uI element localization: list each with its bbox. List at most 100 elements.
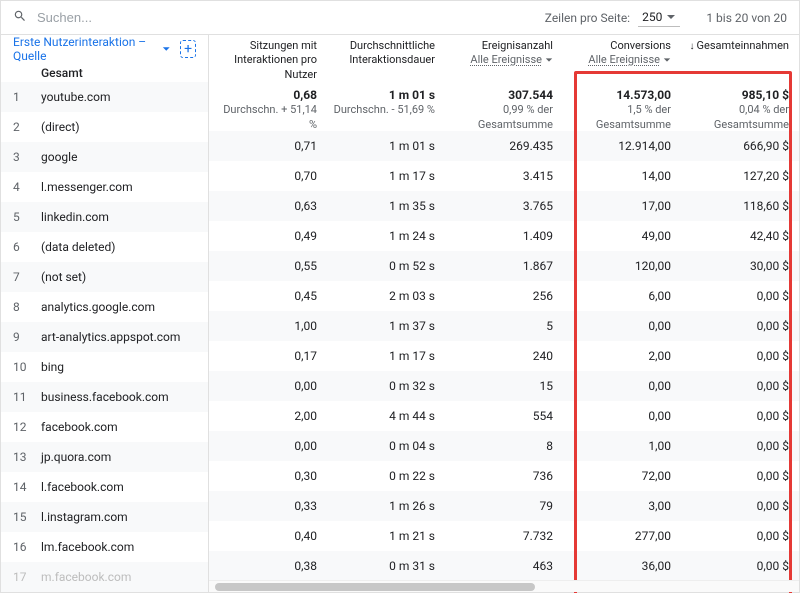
chevron-down-icon [666, 12, 676, 22]
data-cell: 1,00 [209, 319, 327, 333]
table-row: 0,701 m 17 s3.41514,00127,20 $ [209, 161, 799, 191]
dimension-rows: 1youtube.com2(direct)3google4l.messenger… [1, 82, 208, 592]
table-row: 2,004 m 44 s5540,000,00 $ [209, 401, 799, 431]
metrics-header: Sitzungen mit Interaktionen pro NutzerDu… [209, 35, 799, 81]
column-header[interactable]: Sitzungen mit Interaktionen pro Nutzer [209, 35, 327, 81]
data-cell: 0,00 $ [681, 439, 799, 453]
data-cell: 0 m 31 s [327, 559, 445, 573]
data-cell: 0,00 [563, 409, 681, 423]
data-cell: 1 m 37 s [327, 319, 445, 333]
totals-label: Gesamt [41, 66, 83, 80]
data-cell: 30,00 $ [681, 259, 799, 273]
data-cell: 79 [445, 499, 563, 513]
column-header[interactable]: Durchschnittliche Interaktionsdauer [327, 35, 445, 81]
data-cell: 3.415 [445, 169, 563, 183]
table-row[interactable]: 5linkedin.com [1, 202, 208, 232]
table-row: 0,300 m 22 s73672,000,00 $ [209, 461, 799, 491]
metrics-area: Sitzungen mit Interaktionen pro NutzerDu… [209, 35, 799, 592]
data-cell: 0,71 [209, 139, 327, 153]
add-dimension-button[interactable]: + [180, 40, 196, 58]
table-row: 1,001 m 37 s50,000,00 $ [209, 311, 799, 341]
data-cell: 0,00 [209, 379, 327, 393]
table-row[interactable]: 10bing [1, 352, 208, 382]
data-cell: 269.435 [445, 139, 563, 153]
table-row[interactable]: 6(data deleted) [1, 232, 208, 262]
table-row: 0,711 m 01 s269.43512.914,00666,90 $ [209, 131, 799, 161]
totals-cell: 985,10 $0,04 % der Gesamtsumme [681, 81, 799, 131]
report-frame: Zeilen pro Seite: 250 1 bis 20 von 20 Er… [0, 0, 800, 593]
data-cell: 14,00 [563, 169, 681, 183]
column-header[interactable]: ↓Gesamteinnahmen [681, 35, 799, 81]
search-input[interactable] [35, 9, 284, 26]
totals-cell: 14.573,001,5 % der Gesamtsumme [563, 81, 681, 131]
data-cell: 15 [445, 379, 563, 393]
scrollbar-thumb[interactable] [215, 583, 535, 591]
table-row[interactable]: 7(not set) [1, 262, 208, 292]
table-row: 0,331 m 26 s793,000,00 $ [209, 491, 799, 521]
table-row: 0,452 m 03 s2566,000,00 $ [209, 281, 799, 311]
data-cell: 1 m 26 s [327, 499, 445, 513]
dimension-picker[interactable]: Erste Nutzerinteraktion – Quelle [13, 35, 158, 63]
table-row[interactable]: 11business.facebook.com [1, 382, 208, 412]
data-cell: 0,00 $ [681, 559, 799, 573]
table-row[interactable]: 9art-analytics.appspot.com [1, 322, 208, 352]
data-cell: 4 m 44 s [327, 409, 445, 423]
data-cell: 0,00 [209, 439, 327, 453]
table-row[interactable]: 4l.messenger.com [1, 172, 208, 202]
data-cell: 0 m 32 s [327, 379, 445, 393]
table-row[interactable]: 12facebook.com [1, 412, 208, 442]
data-cell: 277,00 [563, 529, 681, 543]
column-header[interactable]: EreignisanzahlAlle Ereignisse [445, 35, 563, 81]
data-cell: 736 [445, 469, 563, 483]
rows-per-page-value: 250 [642, 10, 662, 24]
data-cell: 0,70 [209, 169, 327, 183]
table-row[interactable]: 14l.facebook.com [1, 472, 208, 502]
metrics-totals: 0,68Durchschn. + 51,14 %1 m 01 sDurchsch… [209, 81, 799, 131]
data-cell: 17,00 [563, 199, 681, 213]
rows-per-page-select[interactable]: 250 [638, 8, 680, 27]
table-row[interactable]: 16lm.facebook.com [1, 532, 208, 562]
data-cell: 1,00 [563, 439, 681, 453]
data-cell: 120,00 [563, 259, 681, 273]
data-cell: 0,00 $ [681, 499, 799, 513]
table-row[interactable]: 8analytics.google.com [1, 292, 208, 322]
data-cell: 0,00 $ [681, 379, 799, 393]
data-cell: 72,00 [563, 469, 681, 483]
data-cell: 0,00 $ [681, 529, 799, 543]
table-row[interactable]: 15l.instagram.com [1, 502, 208, 532]
top-bar: Zeilen pro Seite: 250 1 bis 20 von 20 [1, 1, 799, 35]
data-cell: 0,63 [209, 199, 327, 213]
data-cell: 0,00 $ [681, 289, 799, 303]
data-cell: 0,45 [209, 289, 327, 303]
data-cell: 49,00 [563, 229, 681, 243]
data-cell: 0,00 $ [681, 409, 799, 423]
data-cell: 1 m 21 s [327, 529, 445, 543]
data-cell: 127,20 $ [681, 169, 799, 183]
data-cell: 256 [445, 289, 563, 303]
data-cell: 8 [445, 439, 563, 453]
data-cell: 554 [445, 409, 563, 423]
chevron-down-icon [162, 44, 171, 54]
table-row: 0,000 m 04 s81,000,00 $ [209, 431, 799, 461]
totals-cell: 0,68Durchschn. + 51,14 % [209, 81, 327, 131]
data-cell: 42,40 $ [681, 229, 799, 243]
table-row: 0,491 m 24 s1.40949,0042,40 $ [209, 221, 799, 251]
table-row: 0,401 m 21 s7.732277,000,00 $ [209, 521, 799, 551]
pagination-range: 1 bis 20 von 20 [706, 11, 787, 25]
horizontal-scrollbar[interactable] [209, 580, 799, 592]
column-header[interactable]: ConversionsAlle Ereignisse [563, 35, 681, 81]
table-row[interactable]: 2(direct) [1, 112, 208, 142]
table-row[interactable]: 13jp.quora.com [1, 442, 208, 472]
table-row[interactable]: 3google [1, 142, 208, 172]
table-row[interactable]: 17m.facebook.com [1, 562, 208, 592]
data-cell: 0,00 $ [681, 319, 799, 333]
data-cell: 0,30 [209, 469, 327, 483]
data-cell: 0,49 [209, 229, 327, 243]
totals-cell: 1 m 01 sDurchschn. - 51,69 % [327, 81, 445, 131]
data-cell: 2,00 [563, 349, 681, 363]
totals-cell: 307.5440,99 % der Gesamtsumme [445, 81, 563, 131]
table-row[interactable]: 1youtube.com [1, 82, 208, 112]
data-cell: 3,00 [563, 499, 681, 513]
data-cell: 0,00 $ [681, 469, 799, 483]
data-cell: 666,90 $ [681, 139, 799, 153]
